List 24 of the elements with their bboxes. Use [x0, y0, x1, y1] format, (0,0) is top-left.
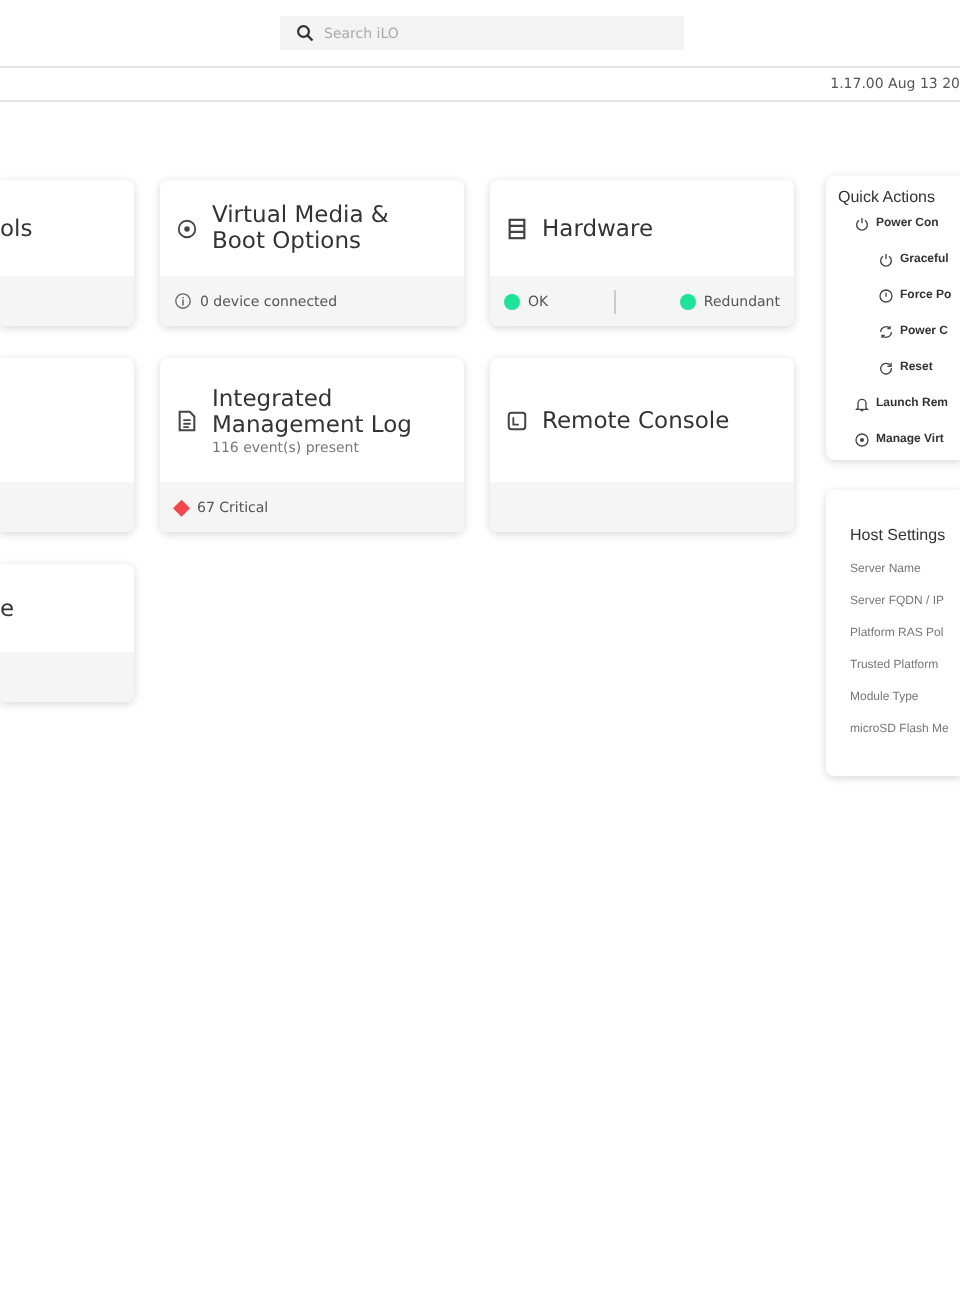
cycle-arrows-icon	[878, 324, 894, 340]
card[interactable]: e	[0, 564, 134, 702]
power-icon	[854, 216, 870, 232]
document-icon	[176, 409, 198, 431]
card-title[interactable]: e	[0, 595, 15, 621]
card[interactable]: ols	[0, 180, 134, 326]
disc-icon	[176, 217, 198, 239]
power-icon	[878, 252, 894, 268]
card-title[interactable]: ols	[0, 215, 33, 241]
circular-arrow-icon	[878, 360, 894, 376]
card[interactable]	[0, 358, 134, 532]
panel-title: Quick Actions	[838, 188, 937, 206]
power-button-icon	[878, 288, 894, 304]
terminal-icon	[506, 409, 528, 431]
bell-icon	[854, 396, 870, 412]
server-icon	[506, 217, 528, 239]
card-title[interactable]: Remote Console	[542, 407, 730, 433]
disc-icon	[854, 432, 870, 448]
panel-title: Host Settings	[850, 526, 948, 544]
card-title[interactable]: Virtual Media & Boot Options	[212, 202, 448, 254]
card[interactable]: Remote Console	[490, 358, 794, 532]
card-title[interactable]: Hardware	[542, 215, 654, 241]
info-icon	[174, 292, 192, 310]
card-title[interactable]: Integrated Management Log	[212, 385, 448, 437]
